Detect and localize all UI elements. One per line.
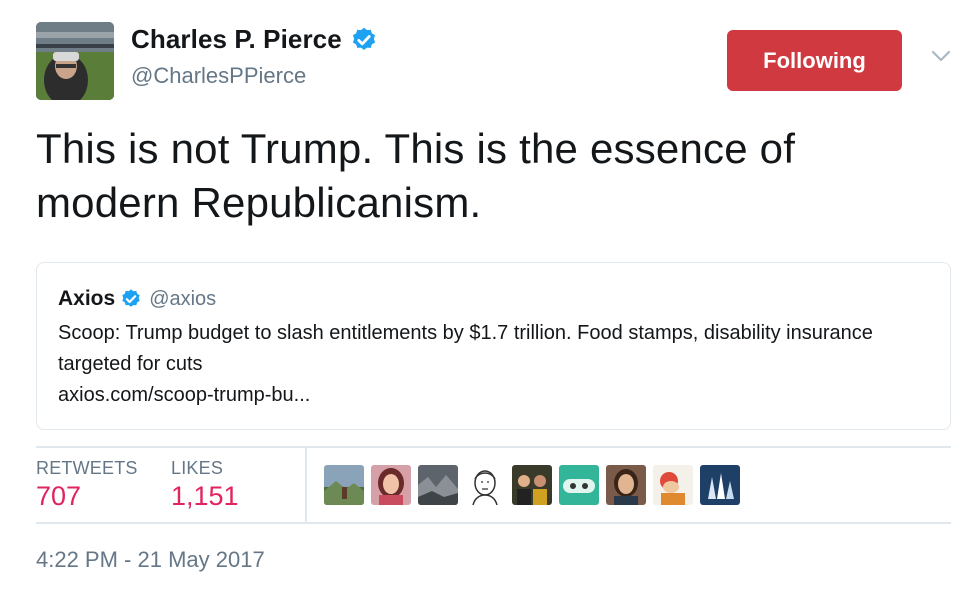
retweets-label[interactable]: RETWEETS <box>36 458 138 479</box>
quoted-tweet-link[interactable]: axios.com/scoop-trump-bu... <box>58 380 310 411</box>
author-avatar[interactable] <box>36 22 114 100</box>
verified-badge-icon <box>120 288 142 310</box>
liker-avatar-group[interactable] <box>512 465 552 505</box>
divider <box>36 446 951 448</box>
liker-avatar-portrait[interactable] <box>606 465 646 505</box>
quoted-author-name: Axios <box>58 287 116 310</box>
author-name-row: Charles P. Pierce <box>131 24 378 55</box>
quoted-tweet-header: Axios @axios <box>58 287 216 311</box>
tweet-card: Charles P. Pierce @CharlesPPierce Follow… <box>0 0 980 593</box>
liker-avatar-rocks[interactable] <box>418 465 458 505</box>
liker-avatar-ice[interactable] <box>700 465 740 505</box>
following-button[interactable]: Following <box>727 30 902 91</box>
verified-badge-icon <box>350 26 378 54</box>
divider <box>305 447 307 523</box>
liker-avatar-woman[interactable] <box>371 465 411 505</box>
liker-avatar-sketch[interactable] <box>465 465 505 505</box>
likes-count[interactable]: 1,151 <box>171 481 239 512</box>
quoted-author-handle: @axios <box>149 287 217 310</box>
likes-label[interactable]: LIKES <box>171 458 223 479</box>
liker-avatar-landscape[interactable] <box>324 465 364 505</box>
tweet-timestamp[interactable]: 4:22 PM - 21 May 2017 <box>36 547 265 573</box>
liker-avatars <box>324 465 740 505</box>
liker-avatar-cartoon[interactable] <box>653 465 693 505</box>
divider <box>36 522 951 524</box>
author-handle[interactable]: @CharlesPPierce <box>131 63 306 89</box>
liker-avatar-mint[interactable] <box>559 465 599 505</box>
chevron-down-icon[interactable] <box>930 48 952 64</box>
tweet-text: This is not Trump. This is the essence o… <box>36 125 796 226</box>
quoted-tweet[interactable]: Axios @axios Scoop: Trump budget to slas… <box>36 262 951 430</box>
retweets-count[interactable]: 707 <box>36 481 81 512</box>
quoted-tweet-text: Scoop: Trump budget to slash entitlement… <box>58 322 873 375</box>
author-name[interactable]: Charles P. Pierce <box>131 24 342 55</box>
